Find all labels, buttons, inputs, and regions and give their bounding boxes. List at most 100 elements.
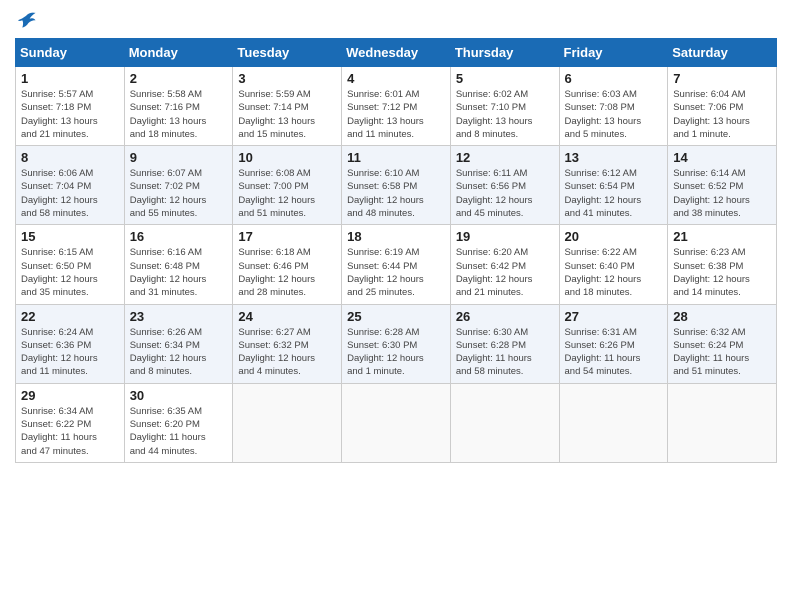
calendar-cell: 23 Sunrise: 6:26 AM Sunset: 6:34 PM Dayli…: [124, 304, 233, 383]
day-detail: Sunrise: 6:07 AM Sunset: 7:02 PM Dayligh…: [130, 167, 228, 220]
calendar-cell: 2 Sunrise: 5:58 AM Sunset: 7:16 PM Daylig…: [124, 67, 233, 146]
calendar-body: 1 Sunrise: 5:57 AM Sunset: 7:18 PM Daylig…: [16, 67, 777, 463]
day-detail: Sunrise: 6:26 AM Sunset: 6:34 PM Dayligh…: [130, 326, 228, 379]
calendar-table: SundayMondayTuesdayWednesdayThursdayFrid…: [15, 38, 777, 463]
calendar-cell: 1 Sunrise: 5:57 AM Sunset: 7:18 PM Daylig…: [16, 67, 125, 146]
day-detail: Sunrise: 6:06 AM Sunset: 7:04 PM Dayligh…: [21, 167, 119, 220]
header-cell-friday: Friday: [559, 39, 668, 67]
day-number: 12: [456, 150, 554, 165]
calendar-cell: 20Sunrise: 6:22 AM Sunset: 6:40 PM Dayli…: [559, 225, 668, 304]
day-detail: Sunrise: 6:02 AM Sunset: 7:10 PM Dayligh…: [456, 88, 554, 141]
calendar-cell: [342, 383, 451, 462]
calendar-cell: 19Sunrise: 6:20 AM Sunset: 6:42 PM Dayli…: [450, 225, 559, 304]
calendar-cell: 8 Sunrise: 6:06 AM Sunset: 7:04 PM Daylig…: [16, 146, 125, 225]
day-detail: Sunrise: 5:58 AM Sunset: 7:16 PM Dayligh…: [130, 88, 228, 141]
day-number: 1: [21, 71, 119, 86]
header-row: SundayMondayTuesdayWednesdayThursdayFrid…: [16, 39, 777, 67]
calendar-week-1: 1 Sunrise: 5:57 AM Sunset: 7:18 PM Daylig…: [16, 67, 777, 146]
header-cell-thursday: Thursday: [450, 39, 559, 67]
calendar-cell: 3 Sunrise: 5:59 AM Sunset: 7:14 PM Daylig…: [233, 67, 342, 146]
calendar-cell: 30Sunrise: 6:35 AM Sunset: 6:20 PM Dayli…: [124, 383, 233, 462]
calendar-week-2: 8 Sunrise: 6:06 AM Sunset: 7:04 PM Daylig…: [16, 146, 777, 225]
calendar-week-3: 15Sunrise: 6:15 AM Sunset: 6:50 PM Dayli…: [16, 225, 777, 304]
day-number: 25: [347, 309, 445, 324]
calendar-cell: 9 Sunrise: 6:07 AM Sunset: 7:02 PM Daylig…: [124, 146, 233, 225]
calendar-cell: 18 Sunrise: 6:19 AM Sunset: 6:44 PM Dayli…: [342, 225, 451, 304]
day-detail: Sunrise: 6:18 AM Sunset: 6:46 PM Dayligh…: [238, 246, 336, 299]
day-number: 9: [130, 150, 228, 165]
day-number: 26: [456, 309, 554, 324]
calendar-cell: 16 Sunrise: 6:16 AM Sunset: 6:48 PM Dayli…: [124, 225, 233, 304]
calendar-cell: 21 Sunrise: 6:23 AM Sunset: 6:38 PM Dayli…: [668, 225, 777, 304]
day-detail: Sunrise: 6:19 AM Sunset: 6:44 PM Dayligh…: [347, 246, 445, 299]
day-detail: Sunrise: 6:10 AM Sunset: 6:58 PM Dayligh…: [347, 167, 445, 220]
day-detail: Sunrise: 6:23 AM Sunset: 6:38 PM Dayligh…: [673, 246, 771, 299]
day-detail: Sunrise: 6:12 AM Sunset: 6:54 PM Dayligh…: [565, 167, 663, 220]
day-number: 14: [673, 150, 771, 165]
day-number: 16: [130, 229, 228, 244]
day-detail: Sunrise: 6:31 AM Sunset: 6:26 PM Dayligh…: [565, 326, 663, 379]
calendar-cell: 6Sunrise: 6:03 AM Sunset: 7:08 PM Daylig…: [559, 67, 668, 146]
day-detail: Sunrise: 6:11 AM Sunset: 6:56 PM Dayligh…: [456, 167, 554, 220]
day-detail: Sunrise: 6:35 AM Sunset: 6:20 PM Dayligh…: [130, 405, 228, 458]
day-number: 24: [238, 309, 336, 324]
day-number: 7: [673, 71, 771, 86]
day-number: 17: [238, 229, 336, 244]
day-number: 20: [565, 229, 663, 244]
day-number: 3: [238, 71, 336, 86]
calendar-cell: 22 Sunrise: 6:24 AM Sunset: 6:36 PM Dayli…: [16, 304, 125, 383]
day-number: 15: [21, 229, 119, 244]
day-number: 2: [130, 71, 228, 86]
calendar-cell: 26 Sunrise: 6:30 AM Sunset: 6:28 PM Dayli…: [450, 304, 559, 383]
day-detail: Sunrise: 6:32 AM Sunset: 6:24 PM Dayligh…: [673, 326, 771, 379]
day-number: 19: [456, 229, 554, 244]
day-detail: Sunrise: 6:27 AM Sunset: 6:32 PM Dayligh…: [238, 326, 336, 379]
header-cell-tuesday: Tuesday: [233, 39, 342, 67]
calendar-cell: [450, 383, 559, 462]
calendar-cell: 4 Sunrise: 6:01 AM Sunset: 7:12 PM Daylig…: [342, 67, 451, 146]
header-cell-sunday: Sunday: [16, 39, 125, 67]
calendar-cell: 12 Sunrise: 6:11 AM Sunset: 6:56 PM Dayli…: [450, 146, 559, 225]
calendar-cell: 10Sunrise: 6:08 AM Sunset: 7:00 PM Dayli…: [233, 146, 342, 225]
page-header: [15, 10, 777, 32]
day-number: 13: [565, 150, 663, 165]
calendar-cell: 5 Sunrise: 6:02 AM Sunset: 7:10 PM Daylig…: [450, 67, 559, 146]
day-detail: Sunrise: 6:34 AM Sunset: 6:22 PM Dayligh…: [21, 405, 119, 458]
calendar-cell: 17 Sunrise: 6:18 AM Sunset: 6:46 PM Dayli…: [233, 225, 342, 304]
day-number: 11: [347, 150, 445, 165]
calendar-cell: 11 Sunrise: 6:10 AM Sunset: 6:58 PM Dayli…: [342, 146, 451, 225]
day-detail: Sunrise: 6:08 AM Sunset: 7:00 PM Dayligh…: [238, 167, 336, 220]
day-detail: Sunrise: 6:16 AM Sunset: 6:48 PM Dayligh…: [130, 246, 228, 299]
day-detail: Sunrise: 6:04 AM Sunset: 7:06 PM Dayligh…: [673, 88, 771, 141]
day-number: 21: [673, 229, 771, 244]
day-number: 23: [130, 309, 228, 324]
day-number: 4: [347, 71, 445, 86]
header-cell-saturday: Saturday: [668, 39, 777, 67]
calendar-cell: 13 Sunrise: 6:12 AM Sunset: 6:54 PM Dayli…: [559, 146, 668, 225]
day-detail: Sunrise: 6:24 AM Sunset: 6:36 PM Dayligh…: [21, 326, 119, 379]
day-detail: Sunrise: 5:59 AM Sunset: 7:14 PM Dayligh…: [238, 88, 336, 141]
logo: [15, 10, 41, 32]
day-number: 29: [21, 388, 119, 403]
calendar-cell: 28 Sunrise: 6:32 AM Sunset: 6:24 PM Dayli…: [668, 304, 777, 383]
day-number: 28: [673, 309, 771, 324]
header-cell-wednesday: Wednesday: [342, 39, 451, 67]
calendar-cell: 29 Sunrise: 6:34 AM Sunset: 6:22 PM Dayli…: [16, 383, 125, 462]
day-detail: Sunrise: 6:01 AM Sunset: 7:12 PM Dayligh…: [347, 88, 445, 141]
day-number: 22: [21, 309, 119, 324]
calendar-cell: 15Sunrise: 6:15 AM Sunset: 6:50 PM Dayli…: [16, 225, 125, 304]
calendar-cell: [559, 383, 668, 462]
calendar-cell: [233, 383, 342, 462]
calendar-week-5: 29 Sunrise: 6:34 AM Sunset: 6:22 PM Dayli…: [16, 383, 777, 462]
day-number: 5: [456, 71, 554, 86]
header-cell-monday: Monday: [124, 39, 233, 67]
day-detail: Sunrise: 6:14 AM Sunset: 6:52 PM Dayligh…: [673, 167, 771, 220]
calendar-week-4: 22 Sunrise: 6:24 AM Sunset: 6:36 PM Dayli…: [16, 304, 777, 383]
day-number: 8: [21, 150, 119, 165]
day-detail: Sunrise: 5:57 AM Sunset: 7:18 PM Dayligh…: [21, 88, 119, 141]
calendar-cell: 25Sunrise: 6:28 AM Sunset: 6:30 PM Dayli…: [342, 304, 451, 383]
calendar-cell: 27Sunrise: 6:31 AM Sunset: 6:26 PM Dayli…: [559, 304, 668, 383]
day-detail: Sunrise: 6:30 AM Sunset: 6:28 PM Dayligh…: [456, 326, 554, 379]
calendar-cell: 24 Sunrise: 6:27 AM Sunset: 6:32 PM Dayli…: [233, 304, 342, 383]
day-number: 18: [347, 229, 445, 244]
